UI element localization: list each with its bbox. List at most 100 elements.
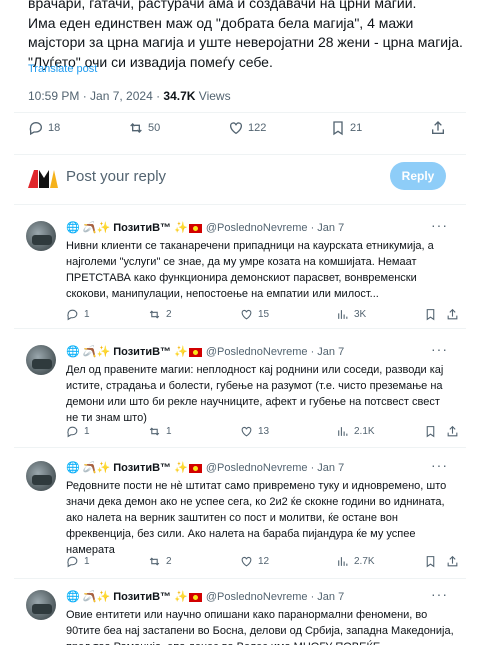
author-handle[interactable]: @PoslednoNevreme · Jan 7 — [206, 346, 344, 358]
author-handle[interactable]: @PoslednoNevreme · Jan 7 — [206, 591, 344, 603]
translate-post-link[interactable]: Translate post — [28, 63, 97, 75]
reply-input[interactable]: Post your reply — [66, 168, 166, 185]
like-count: 122 — [248, 122, 267, 134]
author-handle[interactable]: @PoslednoNevreme · Jan 7 — [206, 222, 344, 234]
like-action[interactable]: 12 — [240, 555, 269, 568]
tweet-meta: 10:59 PM · Jan 7, 2024 · 34.7K Views — [28, 89, 231, 103]
reply-action[interactable]: 1 — [66, 555, 90, 568]
views-chart-icon — [338, 557, 348, 566]
share-action[interactable] — [446, 308, 464, 321]
like-action[interactable]: 122 — [228, 120, 266, 136]
reply-actions: 1 2 12 2.7K — [66, 555, 458, 571]
bookmark-action[interactable] — [424, 425, 442, 438]
sparkle-icon: ✨ — [174, 591, 188, 603]
emoji-icon: 🪃✨ — [82, 591, 111, 603]
divider — [14, 578, 466, 579]
repost-action[interactable]: 2 — [148, 308, 172, 321]
repost-action[interactable]: 1 — [148, 425, 172, 438]
reply-text: Нивни клиенти се таканаречени припадници… — [66, 240, 434, 300]
reply-icon — [67, 556, 78, 568]
heart-icon — [241, 426, 252, 437]
repost-icon — [130, 123, 142, 133]
reply-button[interactable]: Reply — [390, 162, 446, 190]
avatar[interactable] — [26, 590, 56, 620]
share-icon — [447, 555, 458, 567]
avatar[interactable] — [26, 221, 56, 251]
reply-action[interactable]: 1 — [66, 425, 90, 438]
share-icon — [447, 308, 458, 320]
repost-icon — [149, 557, 160, 566]
repost-count: 1 — [166, 426, 172, 437]
author-name[interactable]: ПозитиВ™ — [113, 591, 171, 603]
author-name[interactable]: ПозитиВ™ — [113, 462, 171, 474]
user-logo-icon — [28, 170, 58, 188]
globe-icon: 🌐 — [66, 591, 80, 603]
like-action[interactable]: 15 — [240, 308, 269, 321]
reply-count: 1 — [84, 556, 90, 567]
share-action[interactable] — [430, 120, 450, 136]
author-name[interactable]: ПозитиВ™ — [113, 222, 171, 234]
share-icon — [447, 425, 458, 437]
reply-header: 🌐 🪃✨ ПозитиВ™ ✨ @PoslednoNevreme · Jan 7 — [66, 221, 344, 234]
reply-actions: 1 2 15 3K — [66, 308, 458, 324]
flag-icon — [188, 463, 202, 473]
repost-action[interactable]: 2 — [148, 555, 172, 568]
like-count: 15 — [258, 309, 270, 320]
views-chart-icon — [338, 310, 348, 319]
like-count: 13 — [258, 426, 270, 437]
more-options-icon[interactable]: ··· — [431, 457, 448, 473]
share-action[interactable] — [446, 425, 464, 438]
views-action[interactable]: 2.7K — [336, 555, 375, 568]
reply-action[interactable]: 18 — [28, 120, 60, 136]
divider — [14, 328, 466, 329]
sparkle-icon: ✨ — [174, 462, 188, 474]
reply-item[interactable]: 🌐 🪃✨ ПозитиВ™ ✨ @PoslednoNevreme · Jan 7… — [14, 582, 466, 645]
bookmark-icon — [426, 556, 435, 568]
reply-item[interactable]: 🌐 🪃✨ ПозитиВ™ ✨ @PoslednoNevreme · Jan 7… — [14, 453, 466, 581]
reply-text: Овие ентитети или научно опишани како па… — [66, 609, 454, 645]
reply-item[interactable]: 🌐 🪃✨ ПозитиВ™ ✨ @PoslednoNevreme · Jan 7… — [14, 213, 466, 331]
divider — [14, 204, 466, 205]
author-name[interactable]: ПозитиВ™ — [113, 346, 171, 358]
bookmark-action[interactable] — [424, 555, 442, 568]
more-options-icon[interactable]: ··· — [431, 217, 448, 233]
globe-icon: 🌐 — [66, 222, 80, 234]
bookmark-icon — [333, 121, 343, 136]
reply-icon — [67, 426, 78, 438]
heart-icon — [241, 556, 252, 567]
bookmark-icon — [426, 309, 435, 321]
like-action[interactable]: 13 — [240, 425, 269, 438]
author-handle[interactable]: @PoslednoNevreme · Jan 7 — [206, 462, 344, 474]
more-options-icon[interactable]: ··· — [431, 341, 448, 357]
flag-icon — [188, 592, 202, 602]
reply-count: 1 — [84, 309, 90, 320]
more-options-icon[interactable]: ··· — [431, 586, 448, 602]
reply-header: 🌐 🪃✨ ПозитиВ™ ✨ @PoslednoNevreme · Jan 7 — [66, 345, 344, 358]
flag-icon — [188, 347, 202, 357]
bookmark-action[interactable]: 21 — [330, 120, 362, 136]
reply-text: Редовните пости не нѐ штитат само привре… — [66, 480, 447, 556]
tweet-actions: 18 50 122 21 — [28, 120, 448, 142]
reply-header: 🌐 🪃✨ ПозитиВ™ ✨ @PoslednoNevreme · Jan 7 — [66, 590, 344, 603]
share-action[interactable] — [446, 555, 464, 568]
tweet-timestamp[interactable]: 10:59 PM · Jan 7, 2024 · — [28, 89, 163, 103]
repost-count: 50 — [148, 122, 161, 134]
avatar[interactable] — [26, 345, 56, 375]
views-action[interactable]: 3K — [336, 308, 366, 321]
avatar[interactable] — [26, 461, 56, 491]
repost-action[interactable]: 50 — [128, 120, 160, 136]
views-action[interactable]: 2.1K — [336, 425, 375, 438]
sparkle-icon: ✨ — [174, 222, 188, 234]
reply-composer: Post your reply Reply — [14, 158, 466, 198]
divider — [14, 447, 466, 448]
reply-count: 1 — [84, 426, 90, 437]
share-icon — [432, 121, 444, 134]
reply-action[interactable]: 1 — [66, 308, 90, 321]
bookmark-icon — [426, 426, 435, 438]
repost-icon — [149, 427, 160, 436]
bookmark-action[interactable] — [424, 308, 442, 321]
reply-item[interactable]: 🌐 🪃✨ ПозитиВ™ ✨ @PoslednoNevreme · Jan 7… — [14, 337, 466, 445]
reply-actions: 1 1 13 2.1K — [66, 425, 458, 441]
reply-header: 🌐 🪃✨ ПозитиВ™ ✨ @PoslednoNevreme · Jan 7 — [66, 461, 344, 474]
reply-count: 18 — [48, 122, 61, 134]
